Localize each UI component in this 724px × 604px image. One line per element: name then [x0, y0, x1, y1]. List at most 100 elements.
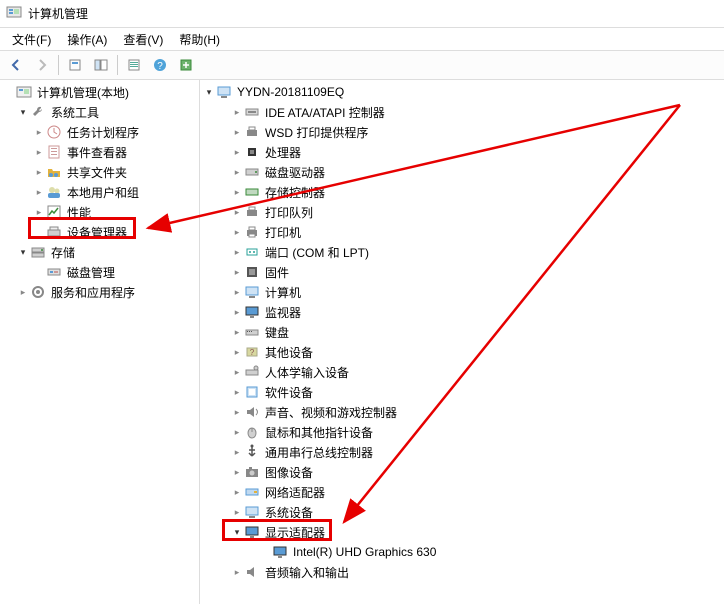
device-storage-controllers[interactable]: ▸存储控制器	[200, 182, 724, 202]
forward-button[interactable]	[30, 53, 54, 77]
tree-device-manager[interactable]: 设备管理器	[0, 222, 199, 242]
expander-icon[interactable]: ▸	[230, 167, 244, 178]
tree-label: YYDN-20181109EQ	[235, 85, 346, 99]
tree-event-viewer[interactable]: ▸ 事件查看器	[0, 142, 199, 162]
back-button[interactable]	[4, 53, 28, 77]
menu-file[interactable]: 文件(F)	[4, 29, 59, 50]
tree-task-scheduler[interactable]: ▸ 任务计划程序	[0, 122, 199, 142]
clock-icon	[46, 124, 62, 140]
device-disk-drives[interactable]: ▸磁盘驱动器	[200, 162, 724, 182]
device-keyboards[interactable]: ▸键盘	[200, 322, 724, 342]
tree-label: 事件查看器	[65, 144, 129, 161]
expander-icon[interactable]: ▸	[230, 127, 244, 138]
device-wsd[interactable]: ▸ WSD 打印提供程序	[200, 122, 724, 142]
properties-button[interactable]	[122, 53, 146, 77]
tree-storage[interactable]: ▾ 存储	[0, 242, 199, 262]
expander-icon[interactable]: ▸	[230, 427, 244, 438]
device-printers[interactable]: ▸ 打印机	[200, 222, 724, 242]
expander-icon[interactable]: ▸	[230, 467, 244, 478]
device-monitors[interactable]: ▸监视器	[200, 302, 724, 322]
expander-icon[interactable]: ▸	[32, 207, 46, 218]
device-audio-io[interactable]: ▸ 音频输入和输出	[200, 562, 724, 582]
tree-disk-management[interactable]: 磁盘管理	[0, 262, 199, 282]
expander-open-icon[interactable]: ▾	[202, 87, 216, 98]
menu-action[interactable]: 操作(A)	[59, 29, 115, 50]
menu-help[interactable]: 帮助(H)	[171, 29, 228, 50]
tree-label: 性能	[65, 204, 93, 221]
tree-label: 人体学输入设备	[263, 364, 351, 381]
expander-icon[interactable]: ▸	[230, 347, 244, 358]
device-software[interactable]: ▸软件设备	[200, 382, 724, 402]
tree-local-users-groups[interactable]: ▸ 本地用户和组	[0, 182, 199, 202]
tree-label: 固件	[263, 264, 291, 281]
expander-icon[interactable]: ▸	[32, 187, 46, 198]
tree-label: 打印机	[263, 224, 303, 241]
expander-icon[interactable]: ▸	[230, 107, 244, 118]
device-hid[interactable]: ▸ 人体学输入设备	[200, 362, 724, 382]
expander-icon[interactable]: ▸	[230, 487, 244, 498]
wrench-icon	[30, 104, 46, 120]
tree-services-apps[interactable]: ▸ 服务和应用程序	[0, 282, 199, 302]
tree-label: 本地用户和组	[65, 184, 141, 201]
expander-open-icon[interactable]: ▾	[230, 527, 244, 538]
device-mice[interactable]: ▸鼠标和其他指针设备	[200, 422, 724, 442]
device-ports[interactable]: ▸端口 (COM 和 LPT)	[200, 242, 724, 262]
expander-open-icon[interactable]: ▾	[16, 107, 30, 118]
expander-icon[interactable]: ▸	[230, 567, 244, 578]
expander-icon[interactable]: ▸	[230, 247, 244, 258]
tree-performance[interactable]: ▸ 性能	[0, 202, 199, 222]
expander-icon[interactable]: ▸	[16, 287, 30, 298]
cpu-icon	[244, 144, 260, 160]
expander-open-icon[interactable]: ▾	[16, 247, 30, 258]
menubar: 文件(F) 操作(A) 查看(V) 帮助(H)	[0, 28, 724, 50]
tree-label: 其他设备	[263, 344, 315, 361]
expander-icon[interactable]: ▸	[230, 187, 244, 198]
expander-icon[interactable]: ▸	[230, 447, 244, 458]
expander-icon[interactable]: ▸	[230, 327, 244, 338]
device-processors[interactable]: ▸处理器	[200, 142, 724, 162]
tree-label: 音频输入和输出	[263, 564, 351, 581]
tree-system-tools[interactable]: ▾ 系统工具	[0, 102, 199, 122]
device-ide-ata[interactable]: ▸ IDE ATA/ATAPI 控制器	[200, 102, 724, 122]
view-button[interactable]	[174, 53, 198, 77]
tree-label: WSD 打印提供程序	[263, 124, 370, 141]
expander-icon[interactable]: ▸	[230, 367, 244, 378]
help-button[interactable]: ?	[148, 53, 172, 77]
tree-label: 系统工具	[49, 104, 101, 121]
device-display-adapter-child[interactable]: Intel(R) UHD Graphics 630	[200, 542, 724, 562]
expander-icon[interactable]: ▸	[32, 127, 46, 138]
device-other[interactable]: ▸?其他设备	[200, 342, 724, 362]
show-hide-button[interactable]	[89, 53, 113, 77]
tree-root-computer-management[interactable]: 计算机管理(本地)	[0, 82, 199, 102]
up-button[interactable]	[63, 53, 87, 77]
expander-icon[interactable]: ▸	[32, 147, 46, 158]
device-sound-video-game[interactable]: ▸声音、视频和游戏控制器	[200, 402, 724, 422]
menu-view[interactable]: 查看(V)	[115, 29, 171, 50]
expander-icon[interactable]: ▸	[32, 167, 46, 178]
device-network-adapters[interactable]: ▸网络适配器	[200, 482, 724, 502]
device-computers[interactable]: ▸计算机	[200, 282, 724, 302]
tree-shared-folders[interactable]: ▸ 共享文件夹	[0, 162, 199, 182]
expander-icon[interactable]: ▸	[230, 307, 244, 318]
device-firmware[interactable]: ▸ 固件	[200, 262, 724, 282]
tree-label: IDE ATA/ATAPI 控制器	[263, 104, 387, 121]
firmware-icon	[244, 264, 260, 280]
expander-icon[interactable]: ▸	[230, 207, 244, 218]
device-print-queues[interactable]: ▸打印队列	[200, 202, 724, 222]
expander-icon[interactable]: ▸	[230, 147, 244, 158]
device-system-devices[interactable]: ▸系统设备	[200, 502, 724, 522]
device-imaging[interactable]: ▸图像设备	[200, 462, 724, 482]
expander-icon[interactable]: ▸	[230, 267, 244, 278]
expander-icon[interactable]: ▸	[230, 507, 244, 518]
mouse-icon	[244, 424, 260, 440]
computer-mgmt-icon	[16, 84, 32, 100]
device-display-adapters[interactable]: ▾显示适配器	[200, 522, 724, 542]
camera-icon	[244, 464, 260, 480]
expander-icon[interactable]: ▸	[230, 387, 244, 398]
storage-icon	[30, 244, 46, 260]
expander-icon[interactable]: ▸	[230, 227, 244, 238]
expander-icon[interactable]: ▸	[230, 407, 244, 418]
expander-icon[interactable]: ▸	[230, 287, 244, 298]
device-root[interactable]: ▾ YYDN-20181109EQ	[200, 82, 724, 102]
device-usb[interactable]: ▸通用串行总线控制器	[200, 442, 724, 462]
